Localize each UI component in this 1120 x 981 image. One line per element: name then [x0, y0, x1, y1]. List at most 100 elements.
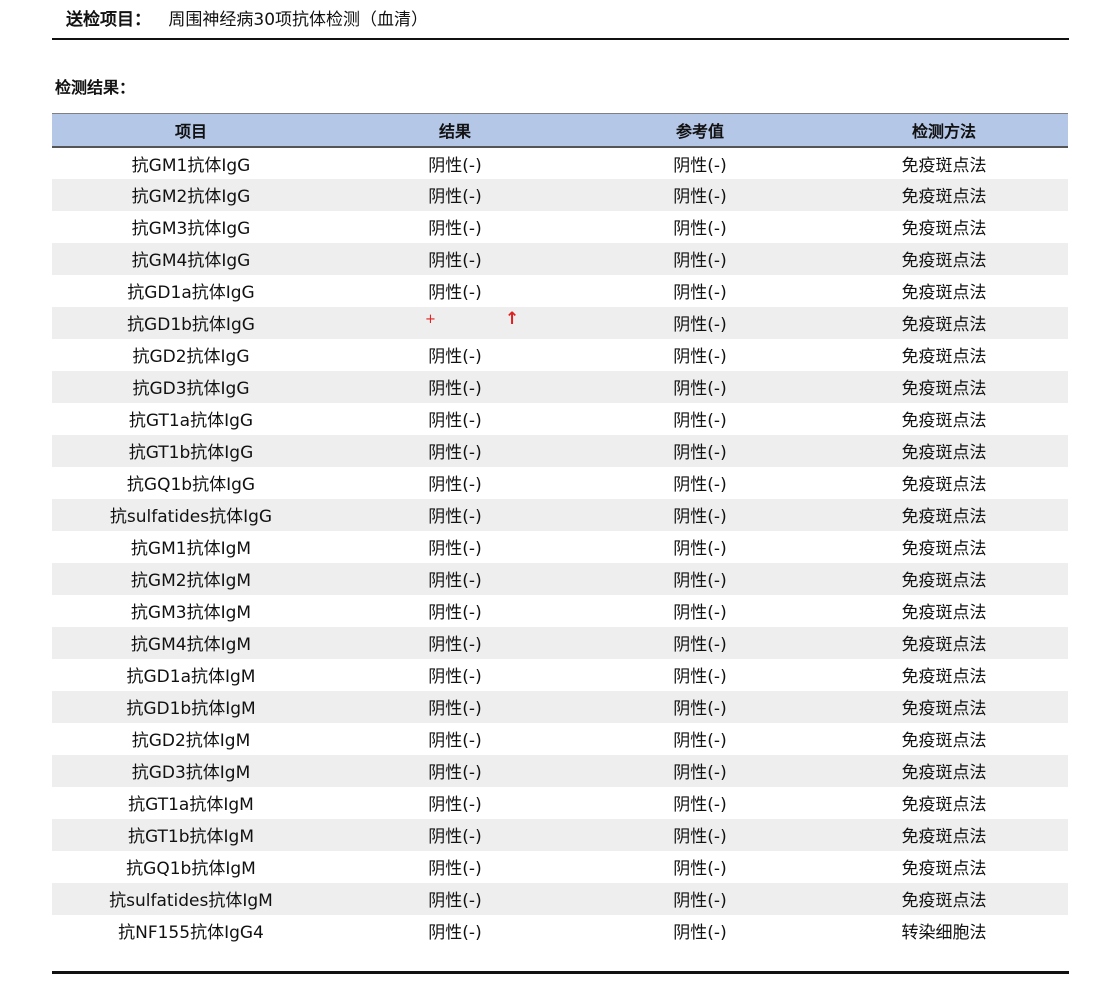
item-cell: 抗GQ1b抗体IgM — [126, 859, 256, 879]
reference-cell: 阴性(-) — [673, 155, 727, 176]
table-row: 抗GM3抗体IgG 阴性(-) 阴性(-) 免疫斑点法 — [52, 211, 1068, 243]
result-cell: 阴性(-) — [428, 731, 482, 751]
result-cell-positive: + ↑ — [330, 307, 580, 339]
method-cell: 免疫斑点法 — [901, 763, 987, 783]
item-cell: 抗GM1抗体IgM — [130, 539, 252, 559]
method-cell: 免疫斑点法 — [901, 539, 987, 559]
reference-cell: 阴性(-) — [673, 283, 727, 303]
result-cell: 阴性(-) — [428, 827, 482, 847]
result-cell: 阴性(-) — [428, 763, 482, 783]
header-divider — [52, 38, 1069, 40]
table-row: 抗NF155抗体IgG4 阴性(-) 阴性(-) 转染细胞法 — [52, 915, 1068, 947]
table-row: 抗GM4抗体IgM 阴性(-) 阴性(-) 免疫斑点法 — [52, 626, 1068, 659]
reference-cell: 阴性(-) — [673, 571, 727, 591]
table-row: 抗GT1b抗体IgG 阴性(-) 阴性(-) 免疫斑点法 — [52, 434, 1068, 467]
reference-cell: 阴性(-) — [673, 347, 727, 367]
table-row: 抗GD3抗体IgM 阴性(-) 阴性(-) 免疫斑点法 — [52, 754, 1068, 787]
column-header-method: 检测方法 — [820, 113, 1068, 148]
result-cell: 阴性(-) — [428, 507, 482, 527]
item-cell: 抗GD2抗体IgG — [132, 347, 250, 367]
table-row: 抗GM2抗体IgG 阴性(-) 阴性(-) 免疫斑点法 — [52, 178, 1068, 211]
reference-cell: 阴性(-) — [673, 539, 727, 559]
column-header-item: 项目 — [52, 113, 330, 148]
method-cell: 免疫斑点法 — [901, 795, 987, 815]
item-cell: 抗GD1b抗体IgG — [127, 315, 255, 335]
item-cell: 抗GD3抗体IgG — [132, 379, 250, 399]
table-row: 抗GD1b抗体IgG + ↑ 阴性(-) 免疫斑点法 — [52, 306, 1068, 339]
results-body: 抗GM1抗体IgG 阴性(-) 阴性(-) 免疫斑点法 抗GM2抗体IgG 阴性(-) 阴性… — [52, 147, 1068, 947]
sample-item-value: 周围神经病30项抗体检测（血清） — [168, 10, 429, 30]
table-row: 抗GD2抗体IgG 阴性(-) 阴性(-) 免疫斑点法 — [52, 339, 1068, 371]
method-cell: 免疫斑点法 — [901, 379, 987, 399]
result-cell: 阴性(-) — [428, 187, 482, 207]
method-cell: 转染细胞法 — [901, 923, 987, 943]
method-cell: 免疫斑点法 — [901, 827, 987, 847]
method-cell: 免疫斑点法 — [901, 603, 987, 623]
reference-cell: 阴性(-) — [673, 475, 727, 495]
table-row: 抗GT1a抗体IgM 阴性(-) 阴性(-) 免疫斑点法 — [52, 787, 1068, 819]
footer-divider — [52, 971, 1069, 974]
table-row: 抗GD1a抗体IgG 阴性(-) 阴性(-) 免疫斑点法 — [52, 275, 1068, 307]
reference-cell: 阴性(-) — [673, 443, 727, 463]
item-cell: 抗GT1a抗体IgM — [128, 795, 254, 815]
result-cell: 阴性(-) — [428, 475, 482, 495]
item-cell: 抗GD1a抗体IgG — [127, 283, 255, 303]
reference-cell: 阴性(-) — [673, 795, 727, 815]
result-cell: 阴性(-) — [428, 251, 482, 271]
reference-cell: 阴性(-) — [673, 219, 727, 239]
table-row: 抗GT1a抗体IgG 阴性(-) 阴性(-) 免疫斑点法 — [52, 403, 1068, 435]
reference-cell: 阴性(-) — [673, 507, 727, 527]
reference-cell: 阴性(-) — [673, 859, 727, 879]
table-row: 抗GD1a抗体IgM 阴性(-) 阴性(-) 免疫斑点法 — [52, 659, 1068, 691]
method-cell: 免疫斑点法 — [901, 411, 987, 431]
item-cell: 抗sulfatides抗体IgG — [109, 507, 273, 527]
item-cell: 抗GD3抗体IgM — [131, 763, 251, 783]
result-cell: 阴性(-) — [428, 859, 482, 879]
item-cell: 抗GM4抗体IgM — [130, 635, 252, 655]
item-cell: 抗GT1b抗体IgM — [127, 827, 255, 847]
reference-cell: 阴性(-) — [673, 891, 727, 911]
method-cell: 免疫斑点法 — [901, 699, 987, 719]
table-row: 抗sulfatides抗体IgM 阴性(-) 阴性(-) 免疫斑点法 — [52, 882, 1068, 915]
table-row: 抗GM1抗体IgM 阴性(-) 阴性(-) 免疫斑点法 — [52, 531, 1068, 563]
item-cell: 抗GM3抗体IgM — [130, 603, 252, 623]
method-cell: 免疫斑点法 — [901, 635, 987, 655]
result-cell: 阴性(-) — [428, 571, 482, 591]
table-row: 抗GM4抗体IgG 阴性(-) 阴性(-) 免疫斑点法 — [52, 242, 1068, 275]
result-cell: 阴性(-) — [428, 219, 482, 239]
reference-cell: 阴性(-) — [673, 187, 727, 207]
method-cell: 免疫斑点法 — [901, 219, 987, 239]
result-cell: 阴性(-) — [428, 667, 482, 687]
reference-cell: 阴性(-) — [673, 635, 727, 655]
method-cell: 免疫斑点法 — [901, 507, 987, 527]
method-cell: 免疫斑点法 — [901, 667, 987, 687]
result-cell: 阴性(-) — [428, 923, 482, 943]
method-cell: 免疫斑点法 — [901, 731, 987, 751]
item-cell: 抗GD2抗体IgM — [131, 731, 251, 751]
table-row: 抗GD2抗体IgM 阴性(-) 阴性(-) 免疫斑点法 — [52, 723, 1068, 755]
result-cell: 阴性(-) — [428, 795, 482, 815]
reference-cell: 阴性(-) — [673, 411, 727, 431]
item-cell: 抗GD1b抗体IgM — [126, 699, 256, 719]
method-cell: 免疫斑点法 — [901, 891, 987, 911]
reference-cell: 阴性(-) — [673, 251, 727, 271]
reference-cell: 阴性(-) — [673, 603, 727, 623]
method-cell: 免疫斑点法 — [901, 283, 987, 303]
sample-item-label: 送检项目： — [66, 10, 151, 30]
reference-cell: 阴性(-) — [673, 827, 727, 847]
result-cell: 阴性(-) — [428, 379, 482, 399]
result-cell: 阴性(-) — [428, 283, 482, 303]
result-cell: 阴性(-) — [428, 411, 482, 431]
result-cell: 阴性(-) — [428, 603, 482, 623]
table-row: 抗GD3抗体IgG 阴性(-) 阴性(-) 免疫斑点法 — [52, 370, 1068, 403]
method-cell: 免疫斑点法 — [901, 251, 987, 271]
reference-cell: 阴性(-) — [673, 315, 727, 335]
result-cell: 阴性(-) — [428, 891, 482, 911]
up-arrow-icon: ↑ — [505, 308, 520, 329]
method-cell: 免疫斑点法 — [901, 155, 987, 176]
positive-result-mark: + — [425, 311, 436, 327]
table-header-row: 项目 结果 参考值 检测方法 — [52, 113, 1068, 148]
sample-item-line: 送检项目： 周围神经病30项抗体检测（血清） — [66, 8, 428, 32]
method-cell: 免疫斑点法 — [901, 571, 987, 591]
table-row: 抗GQ1b抗体IgG 阴性(-) 阴性(-) 免疫斑点法 — [52, 467, 1068, 499]
